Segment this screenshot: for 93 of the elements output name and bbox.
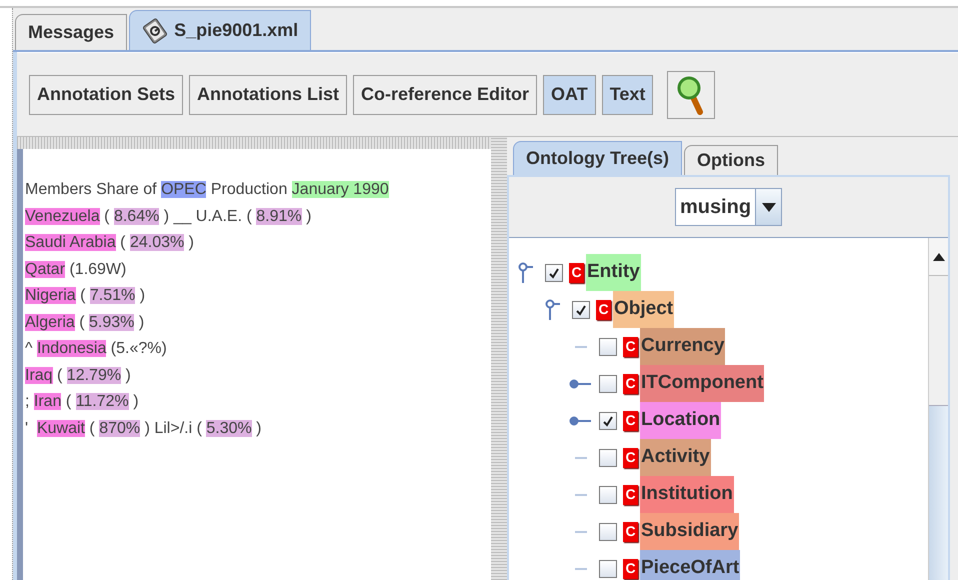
annotation-highlight: 24.03%: [130, 234, 184, 251]
annotation-highlight: Nigeria: [25, 287, 76, 304]
document-text: (: [119, 234, 127, 251]
document-text: (: [64, 393, 72, 410]
class-badge: C: [596, 300, 611, 320]
document-text: ^: [25, 340, 34, 357]
document-text: Production: [210, 181, 288, 198]
document-tab[interactable]: Messages: [15, 14, 128, 50]
annotation-highlight: Qatar: [25, 260, 66, 278]
tree-connector-line: [575, 530, 587, 532]
tree-connector-line: [575, 568, 587, 570]
annotation-highlight: Iran: [34, 393, 62, 410]
document-text: ): [138, 314, 144, 330]
tree-connector-line: [575, 346, 587, 348]
toolbar-button[interactable]: Annotations List: [189, 74, 347, 114]
tree-checkbox[interactable]: [599, 338, 617, 356]
annotation-highlight: OPEC: [161, 181, 206, 198]
annotation-highlight: 8.64%: [114, 208, 160, 224]
tree-connector-line: [575, 494, 587, 496]
document-text: (: [103, 208, 111, 224]
class-badge: C: [623, 448, 638, 468]
tree-checkbox[interactable]: [572, 300, 590, 318]
splitter-handle[interactable]: [17, 137, 491, 149]
tree-checkbox[interactable]: [599, 560, 617, 578]
document-text: ) __ U.A.E. (: [162, 208, 253, 224]
document-text: ': [25, 420, 30, 436]
check-icon: [602, 414, 614, 426]
document-text: (: [56, 366, 64, 384]
toolbar-button[interactable]: Co-reference Editor: [353, 74, 538, 114]
annotation-highlight: Saudi Arabia: [25, 234, 116, 251]
class-label[interactable]: Entity: [586, 254, 641, 291]
tree-checkbox[interactable]: [545, 264, 563, 282]
annotation-highlight: 5.93%: [89, 314, 134, 330]
annotation-highlight: 12.79%: [66, 366, 122, 384]
scrollbar[interactable]: [928, 238, 948, 580]
class-label[interactable]: Subsidiary: [640, 513, 740, 550]
tree-checkbox[interactable]: [599, 412, 617, 430]
class-badge: C: [623, 484, 638, 504]
toolbar-button[interactable]: OAT: [543, 74, 596, 114]
document-text: Members Share of: [25, 181, 158, 198]
document-text: ): [188, 234, 194, 251]
tree-checkbox[interactable]: [599, 374, 617, 392]
tree-checkbox[interactable]: [599, 486, 617, 504]
scroll-up-arrow-icon[interactable]: [932, 252, 944, 260]
class-badge: C: [623, 410, 638, 430]
document-text: (1.69W): [68, 260, 126, 278]
toolbar-button[interactable]: Text: [602, 74, 654, 114]
document-text: (: [88, 420, 96, 436]
class-label[interactable]: Location: [640, 402, 722, 439]
toolbar-button[interactable]: Annotation Sets: [29, 74, 183, 114]
class-label[interactable]: Object: [613, 291, 674, 328]
document-text: ;: [25, 393, 30, 410]
class-label[interactable]: Institution: [640, 476, 734, 513]
class-label[interactable]: Activity: [640, 439, 711, 476]
annotation-highlight: Iraq: [25, 366, 53, 384]
panel-tab[interactable]: Options: [684, 145, 778, 175]
check-icon: [575, 304, 587, 316]
document-text: ): [305, 208, 312, 224]
annotation-highlight: 7.51%: [90, 287, 136, 304]
class-label[interactable]: Currency: [640, 328, 726, 365]
class-badge: C: [623, 336, 638, 356]
dropdown-arrow-icon: [762, 202, 776, 212]
search-button[interactable]: [667, 70, 716, 118]
document-text: (: [78, 314, 86, 330]
splitter-handle[interactable]: [491, 137, 507, 580]
document-text: (: [79, 287, 86, 304]
check-icon: [548, 266, 560, 278]
annotation-highlight: 5.30%: [206, 420, 252, 436]
annotation-highlight: 11.72%: [76, 393, 129, 410]
annotation-highlight: Venezuela: [25, 208, 100, 224]
tree-connector-line: [575, 456, 587, 458]
document-text: ): [138, 287, 146, 304]
tree-checkbox[interactable]: [599, 448, 617, 466]
class-badge: C: [623, 374, 638, 394]
annotation-highlight: Algeria: [25, 314, 75, 330]
class-badge: C: [569, 262, 584, 282]
ontology-dropdown[interactable]: musing: [674, 188, 782, 226]
document-text: ): [255, 420, 262, 436]
annotation-highlight: Kuwait: [36, 420, 85, 436]
annotation-highlight: January 1990: [292, 181, 389, 198]
class-label[interactable]: ITComponent: [640, 365, 764, 402]
class-label[interactable]: PieceOfArt: [640, 550, 740, 580]
document-text: ): [124, 366, 131, 384]
annotation-highlight: 870%: [99, 420, 140, 436]
class-badge: C: [623, 522, 638, 542]
document-text: (5.«?%): [110, 340, 167, 357]
document-text: ) Lil>/.i (: [144, 420, 203, 436]
panel-tab[interactable]: Ontology Tree(s): [513, 141, 682, 175]
document-tab[interactable]: S_pie9001.xml: [129, 10, 312, 50]
class-badge: C: [623, 558, 638, 578]
tree-checkbox[interactable]: [599, 522, 617, 540]
annotation-highlight: 8.91%: [256, 208, 302, 224]
document-text: ): [132, 393, 139, 410]
